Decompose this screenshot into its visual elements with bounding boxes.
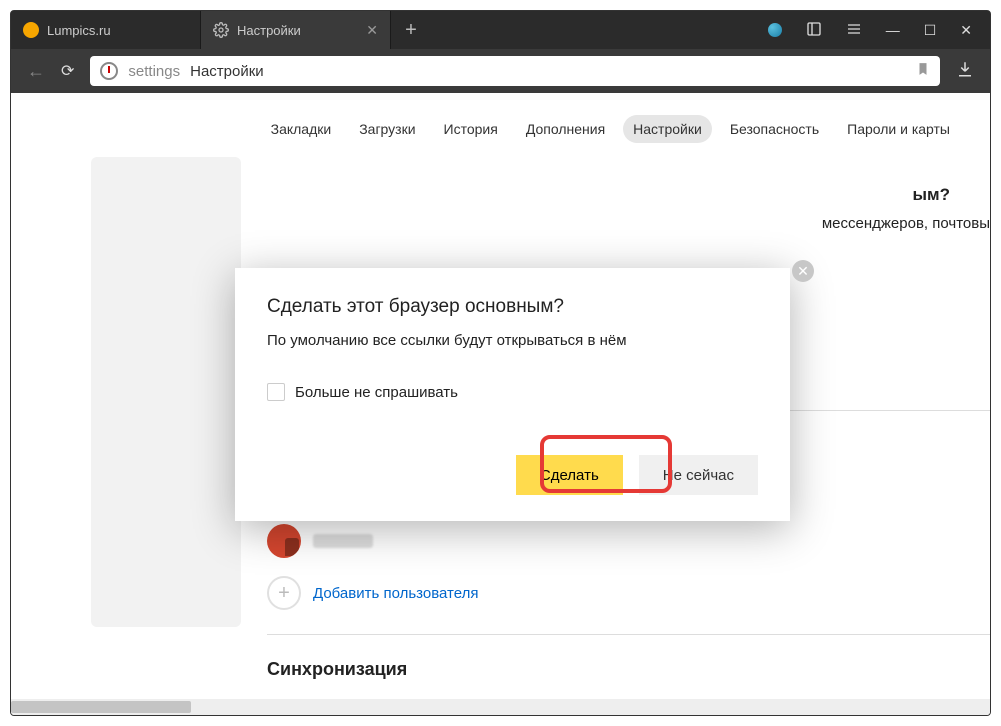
nav-downloads[interactable]: Загрузки bbox=[349, 115, 425, 143]
user-name bbox=[313, 482, 373, 496]
partial-desc: мессенджеров, почтовы bbox=[822, 215, 990, 232]
nav-addons[interactable]: Дополнения bbox=[516, 115, 615, 143]
add-user-row[interactable]: + Добавить пользователя bbox=[267, 576, 990, 610]
sidebar-icon[interactable] bbox=[806, 21, 822, 40]
tab-settings[interactable]: Настройки ✕ bbox=[201, 11, 391, 49]
user-row: Настроить Удалить bbox=[267, 472, 990, 506]
gear-icon bbox=[213, 22, 229, 38]
addr-prefix: settings bbox=[128, 63, 180, 80]
nav-bookmarks[interactable]: Закладки bbox=[261, 115, 342, 143]
main-sections: ым? мессенджеров, почтовы Пользователи Н… bbox=[267, 157, 990, 696]
users-heading: Пользователи bbox=[267, 435, 990, 456]
divider bbox=[267, 634, 990, 635]
address-bar[interactable]: settings Настройки bbox=[90, 56, 940, 86]
yandex-icon bbox=[100, 62, 118, 80]
nav-passwords[interactable]: Пароли и карты bbox=[837, 115, 960, 143]
user-row bbox=[267, 524, 990, 558]
bookmark-icon[interactable] bbox=[916, 61, 930, 82]
divider bbox=[267, 410, 990, 411]
tab-lumpics[interactable]: Lumpics.ru bbox=[11, 11, 201, 49]
delete-link[interactable]: Удалить bbox=[470, 481, 527, 498]
tab-title: Lumpics.ru bbox=[47, 23, 111, 38]
scrollbar-thumb[interactable] bbox=[11, 701, 191, 713]
back-icon[interactable]: ← bbox=[27, 61, 45, 82]
content-area: Закладки Загрузки История Дополнения Нас… bbox=[11, 93, 990, 715]
nav-settings[interactable]: Настройки bbox=[623, 115, 712, 143]
notification-icon[interactable] bbox=[768, 23, 782, 37]
nav-history[interactable]: История bbox=[434, 115, 508, 143]
close-icon[interactable]: ✕ bbox=[366, 22, 378, 39]
tab-bar: Lumpics.ru Настройки ✕ + — ☐ ✕ bbox=[11, 11, 990, 49]
address-bar-row: ← ⟳ settings Настройки bbox=[11, 49, 990, 93]
add-user-link[interactable]: Добавить пользователя bbox=[313, 585, 478, 602]
reload-icon[interactable]: ⟳ bbox=[61, 61, 74, 81]
partial-heading: ым? bbox=[913, 185, 950, 205]
avatar bbox=[267, 524, 301, 558]
minimize-button[interactable]: — bbox=[886, 22, 900, 38]
menu-icon[interactable] bbox=[846, 21, 862, 40]
download-icon[interactable] bbox=[956, 60, 974, 83]
maximize-button[interactable]: ☐ bbox=[924, 22, 937, 39]
plus-icon: + bbox=[267, 576, 301, 610]
window-controls: — ☐ ✕ bbox=[750, 11, 990, 49]
configure-link[interactable]: Настроить bbox=[385, 481, 458, 498]
new-tab-button[interactable]: + bbox=[391, 11, 431, 49]
horizontal-scrollbar[interactable] bbox=[11, 699, 990, 715]
nav-security[interactable]: Безопасность bbox=[720, 115, 829, 143]
tab-title: Настройки bbox=[237, 23, 301, 38]
sidebar-placeholder bbox=[91, 157, 241, 627]
avatar bbox=[267, 472, 301, 506]
user-name bbox=[313, 534, 373, 548]
favicon-icon bbox=[23, 22, 39, 38]
sync-heading: Синхронизация bbox=[267, 659, 990, 680]
addr-label: Настройки bbox=[190, 63, 264, 80]
settings-nav: Закладки Загрузки История Дополнения Нас… bbox=[11, 93, 990, 157]
close-button[interactable]: ✕ bbox=[960, 22, 972, 39]
